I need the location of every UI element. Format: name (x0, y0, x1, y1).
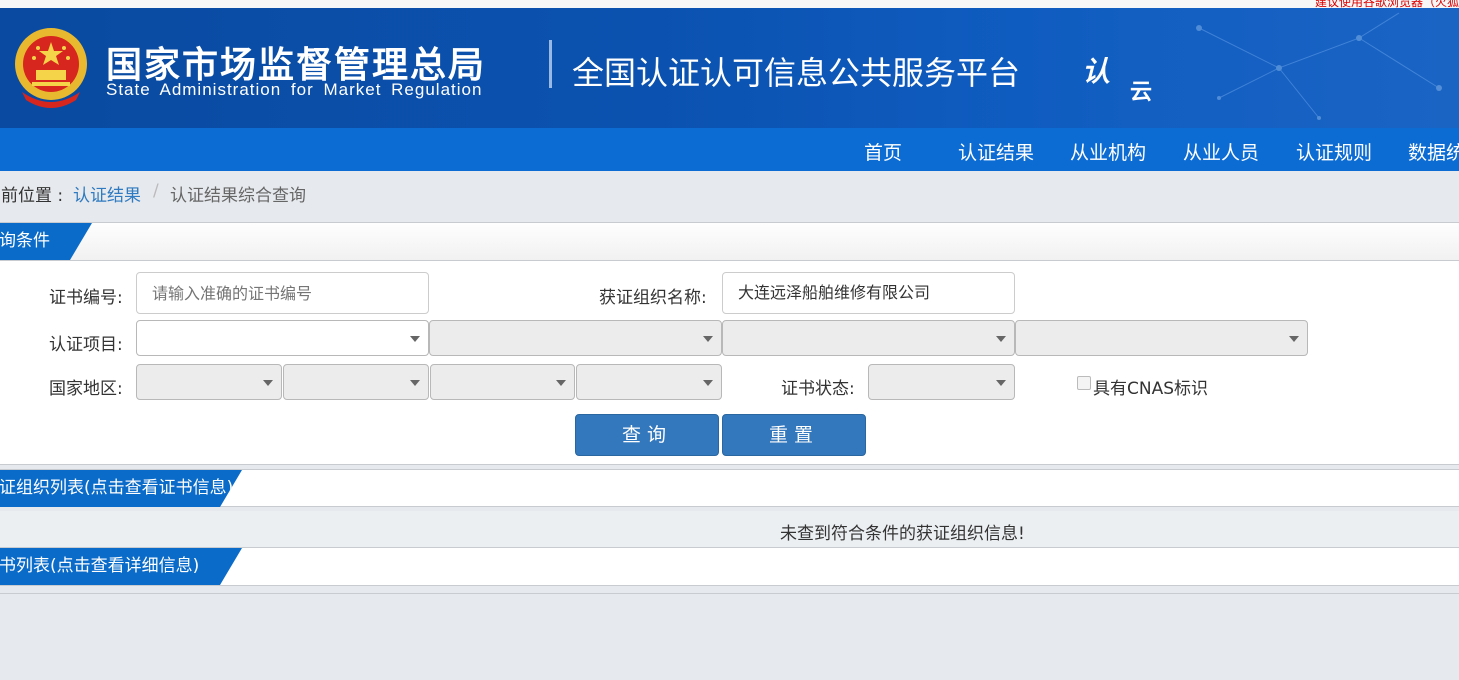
nav-personnel[interactable]: 从业人员 (1183, 138, 1259, 165)
nav-statistics[interactable]: 数据统 (1408, 138, 1459, 165)
project-select-2[interactable] (429, 320, 722, 356)
chevron-down-icon (996, 336, 1006, 342)
breadcrumb-separator: / (153, 181, 159, 201)
query-section-tab: 查询条件 (0, 223, 92, 260)
nav-institutions[interactable]: 从业机构 (1070, 138, 1146, 165)
national-emblem-icon (15, 28, 87, 108)
chevron-down-icon (410, 336, 420, 342)
chevron-down-icon (1289, 336, 1299, 342)
cnas-label: 具有CNAS标识 (1093, 379, 1209, 399)
org-name-input[interactable]: 大连远泽船舶维修有限公司 (722, 272, 1015, 314)
org-name-label: 获证组织名称: (599, 288, 707, 308)
cert-list-tab: 证书列表(点击查看详细信息) (0, 548, 242, 585)
project-label: 认证项目: (49, 335, 123, 355)
search-button[interactable]: 查询 (575, 414, 719, 456)
renyun-logo-r: 认 (1082, 55, 1111, 88)
region-select-1[interactable] (136, 364, 282, 400)
network-decoration (1196, 12, 1442, 120)
nav-rules[interactable]: 认证规则 (1296, 138, 1372, 165)
nav-cert-results[interactable]: 认证结果 (958, 138, 1034, 165)
chevron-down-icon (556, 380, 566, 386)
renyun-logo: 认 云 (1082, 48, 1162, 106)
reset-button[interactable]: 重置 (722, 414, 866, 456)
project-select-4[interactable] (1015, 320, 1308, 356)
status-label: 证书状态: (781, 379, 855, 399)
chevron-down-icon (263, 380, 273, 386)
header-divider (549, 40, 552, 88)
status-select[interactable] (868, 364, 1015, 400)
org-list-empty: 未查到符合条件的获证组织信息! (0, 511, 1459, 548)
region-select-4[interactable] (576, 364, 722, 400)
chevron-down-icon (410, 380, 420, 386)
chevron-down-icon (703, 336, 713, 342)
region-select-3[interactable] (430, 364, 575, 400)
nav-home[interactable]: 首页 (864, 138, 902, 165)
breadcrumb-lead: 当前位置 : (0, 186, 64, 206)
project-select-3[interactable] (722, 320, 1015, 356)
cert-list-header: 证书列表(点击查看详细信息) (0, 548, 1459, 586)
region-select-2[interactable] (283, 364, 429, 400)
empty-message: 未查到符合条件的获证组织信息! (780, 524, 1025, 544)
query-section-header: 查询条件 (0, 223, 1459, 261)
org-list-header: 获证组织列表(点击查看证书信息) (0, 469, 1459, 507)
platform-title: 全国认证认可信息公共服务平台 (572, 54, 1021, 92)
site-header: 国家市场监督管理总局 State Administration for Mark… (0, 8, 1459, 128)
main-nav: 首页 认证结果 从业机构 从业人员 认证规则 数据统 (0, 128, 1459, 171)
breadcrumb-link[interactable]: 认证结果 (73, 181, 141, 206)
region-label: 国家地区: (49, 379, 123, 399)
org-name-en: State Administration for Market Regulati… (106, 80, 483, 99)
breadcrumb-current: 认证结果综合查询 (170, 186, 306, 206)
org-list-tab: 获证组织列表(点击查看证书信息) (0, 470, 242, 507)
cert-no-label: 证书编号: (49, 288, 123, 308)
renyun-logo-y: 云 (1130, 80, 1153, 105)
project-select-1[interactable] (136, 320, 429, 356)
cert-list-bottom-divider (0, 593, 1459, 594)
cnas-checkbox[interactable] (1077, 376, 1091, 390)
chevron-down-icon (703, 380, 713, 386)
chevron-down-icon (996, 380, 1006, 386)
top-strip: 建议使用谷歌浏览器（火狐 (0, 0, 1459, 9)
cert-no-input[interactable] (136, 272, 429, 314)
